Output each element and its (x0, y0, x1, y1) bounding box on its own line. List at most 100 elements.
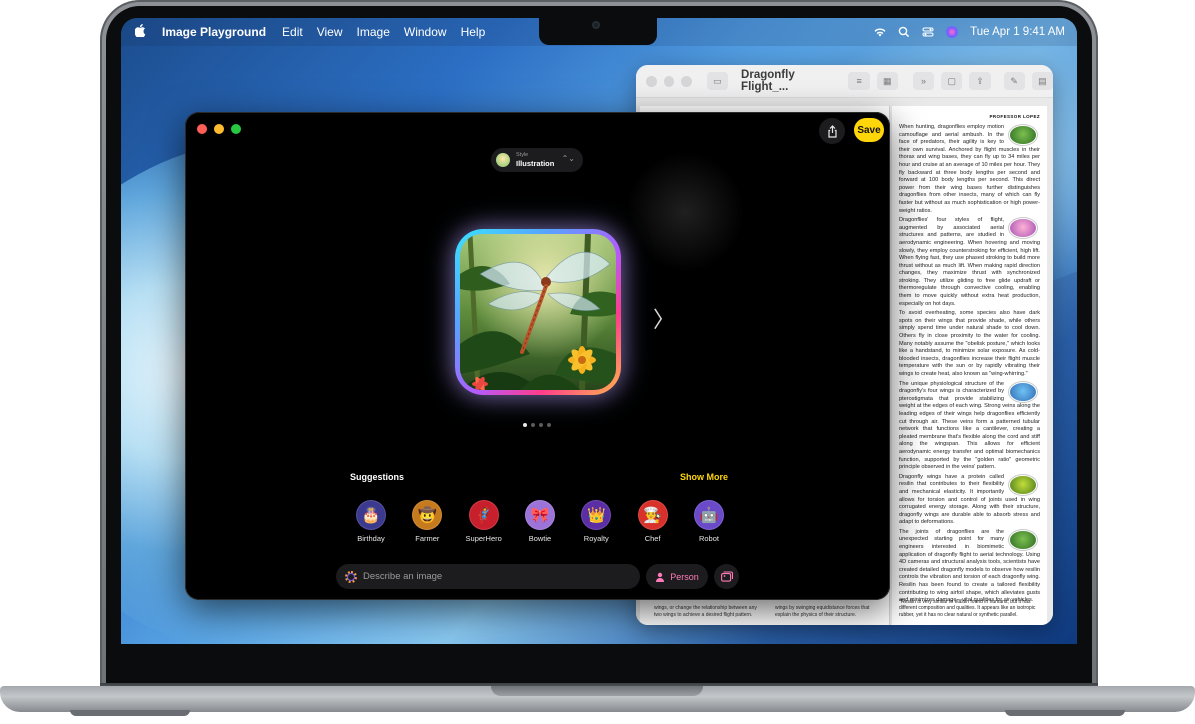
pages-toolbar: ▭ Dragonfly Flight_... ≡ ▦ » ▢ ⇪ ✎ ▤ (636, 65, 1053, 98)
close-icon[interactable] (197, 124, 207, 134)
style-label: Style (516, 152, 529, 158)
page-indicator[interactable] (523, 423, 551, 427)
menu-bar-extras: Tue Apr 1 9:41 AM (874, 18, 1065, 46)
suggestion-label: Birthday (357, 534, 385, 543)
suggestion-chef[interactable]: 👨‍🍳 Chef (632, 500, 674, 543)
wifi-icon[interactable] (874, 26, 886, 38)
share-icon[interactable]: ⇪ (969, 72, 991, 90)
zoom-icon[interactable] (231, 124, 241, 134)
style-value: Illustration (516, 159, 555, 168)
share-icon (827, 124, 837, 138)
suggestion-label: Bowtie (528, 534, 552, 543)
text-list-icon[interactable]: ≡ (848, 72, 870, 90)
next-image-chevron-icon[interactable]: 〉 (653, 302, 675, 334)
person-label: Person (670, 571, 699, 582)
doc-paragraph: To avoid overheating, some species also … (899, 310, 1040, 377)
siri-icon[interactable] (946, 26, 959, 38)
superhero-mask-icon: 🦸 (468, 500, 499, 530)
birthday-cake-icon: 🎂 (356, 500, 386, 530)
close-icon[interactable] (646, 75, 657, 87)
window-controls (197, 124, 241, 134)
style-selector[interactable]: Style Illustration ⌃⌄ (491, 148, 583, 172)
desktop-screen: Image Playground Edit View Image Window … (121, 18, 1077, 644)
suggestion-superhero[interactable]: 🦸 SuperHero (463, 500, 505, 543)
table-icon[interactable]: ▦ (876, 72, 898, 90)
suggestion-label: SuperHero (465, 534, 502, 543)
describe-input[interactable] (363, 571, 623, 582)
butterfly-thumbnail (1010, 382, 1036, 401)
menu-edit[interactable]: Edit (282, 25, 303, 39)
menu-app-name[interactable]: Image Playground (162, 25, 266, 39)
scepter-icon: 👑 (581, 500, 612, 530)
chef-hat-icon: 👨‍🍳 (637, 500, 668, 530)
left-footer-col: wings by swinging equidistance forces th… (775, 605, 870, 618)
share-button[interactable] (819, 118, 845, 144)
suggestion-label: Royalty (583, 534, 609, 543)
suggestion-royalty[interactable]: 👑 Royalty (575, 500, 617, 543)
photo-stack-icon (720, 571, 733, 582)
page-dot[interactable] (547, 423, 551, 427)
document-icon[interactable]: ▤ (1031, 72, 1053, 90)
menu-help[interactable]: Help (461, 25, 486, 39)
page-header: PROFESSOR LOPEZ (989, 114, 1040, 119)
zoom-icon[interactable] (681, 75, 692, 87)
suggestion-bowtie[interactable]: 🎀 Bowtie (519, 500, 561, 543)
suggestion-label: Chef (644, 534, 661, 543)
menu-window[interactable]: Window (404, 25, 447, 39)
search-icon[interactable] (898, 26, 910, 38)
control-center-icon[interactable] (922, 26, 934, 38)
laptop-foot (1005, 710, 1125, 716)
laptop-opening-lip (491, 686, 703, 696)
menu-clock[interactable]: Tue Apr 1 9:41 AM (970, 26, 1065, 38)
minimize-icon[interactable] (214, 124, 224, 134)
page-dot[interactable] (523, 423, 527, 427)
suggestion-robot[interactable]: 🤖 Robot (688, 500, 730, 543)
robot-icon: 🤖 (693, 500, 724, 530)
describe-field[interactable] (336, 564, 640, 589)
footnote: *Resilin is very similar to elastin foun… (899, 598, 1036, 618)
suggestion-birthday[interactable]: 🎂 Birthday (350, 500, 392, 543)
dragonfly-jungle-illustration (460, 234, 616, 390)
dragonfly-thumbnail (1010, 126, 1036, 144)
suggestion-farmer[interactable]: 🤠 Farmer (406, 500, 448, 543)
suggestion-label: Robot (698, 534, 719, 543)
image-playground-window[interactable]: Save Style Illustration ⌃⌄ 〉 Suggestions… (185, 112, 890, 600)
menu-image[interactable]: Image (357, 25, 390, 39)
suggestion-label: Farmer (415, 534, 440, 543)
minimize-icon[interactable] (663, 75, 675, 87)
save-button[interactable]: Save (854, 118, 884, 142)
left-footer-col: wings, or change the relationship betwee… (654, 605, 757, 618)
menu-view[interactable]: View (317, 25, 343, 39)
suggestions-row: 🎂 Birthday 🤠 Farmer 🦸 SuperHero 🎀 Bowtie… (350, 500, 730, 543)
camera-notch (539, 16, 657, 45)
illustration-style-icon (496, 153, 510, 167)
camera-icon (592, 21, 600, 29)
laptop-foot (70, 710, 190, 716)
chevron-updown-icon: ⌃⌄ (561, 154, 575, 163)
generated-image-frame[interactable] (455, 229, 621, 395)
page-dot[interactable] (531, 423, 535, 427)
comment-icon[interactable]: ▢ (941, 72, 963, 90)
dragonfly-thumbnail (1010, 530, 1036, 549)
left-page-footer: wings, or change the relationship betwee… (654, 605, 884, 618)
more-chevrons-icon[interactable]: » (912, 72, 935, 90)
laptop: Image Playground Edit View Image Window … (0, 0, 1195, 724)
sidebar-toggle-icon[interactable]: ▭ (706, 72, 729, 90)
suggestions-title: Suggestions (350, 472, 405, 482)
document-page-right: PROFESSOR LOPEZ When hunting, dragonflie… (892, 106, 1047, 625)
sunset-thumbnail (1010, 219, 1036, 238)
generated-image (460, 234, 616, 390)
person-icon (656, 572, 665, 582)
playground-sparkle-icon (345, 570, 357, 583)
background-glow (625, 152, 745, 272)
format-brush-icon[interactable]: ✎ (1003, 72, 1025, 90)
bowtie-icon: 🎀 (524, 500, 555, 530)
photo-picker-button[interactable] (714, 564, 739, 589)
person-button[interactable]: Person (646, 564, 708, 589)
beetle-thumbnail (1010, 475, 1036, 494)
farmer-hat-icon: 🤠 (412, 500, 443, 530)
document-title: Dragonfly Flight_... (741, 69, 795, 93)
apple-menu-icon[interactable] (134, 24, 146, 40)
page-dot[interactable] (539, 423, 543, 427)
show-more-button[interactable]: Show More (680, 472, 728, 482)
